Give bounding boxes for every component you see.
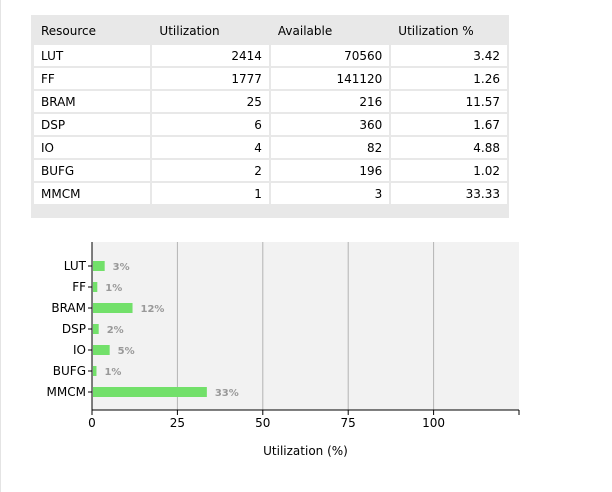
- category-label: DSP: [62, 322, 86, 336]
- column-header-available[interactable]: Available: [270, 18, 390, 43]
- x-tick-label: 25: [170, 416, 185, 430]
- cell-available: 216: [270, 91, 390, 112]
- cell-utilization: 2414: [152, 45, 269, 66]
- data-label: 3%: [113, 262, 130, 273]
- table-row[interactable]: BUFG 2 196 1.02: [34, 160, 507, 181]
- data-label: 33%: [215, 388, 239, 399]
- bar: [93, 324, 99, 334]
- table-row[interactable]: DSP 6 360 1.67: [34, 114, 507, 135]
- table-header-row: Resource Utilization Available Utilizati…: [34, 18, 507, 43]
- cell-available: 3: [270, 183, 390, 204]
- cell-resource: BUFG: [34, 160, 151, 181]
- category-label: IO: [73, 343, 86, 357]
- cell-available: 360: [270, 114, 390, 135]
- utilization-table-container: Resource Utilization Available Utilizati…: [31, 15, 509, 218]
- cell-resource: IO: [34, 137, 151, 158]
- cell-resource: FF: [34, 68, 151, 89]
- category-label: BRAM: [51, 301, 86, 315]
- cell-utilization-percent: 33.33: [391, 183, 507, 204]
- category-label: MMCM: [47, 385, 86, 399]
- data-label: 1%: [105, 283, 122, 294]
- table-row[interactable]: LUT 2414 70560 3.42: [34, 45, 507, 66]
- cell-utilization: 4: [152, 137, 269, 158]
- bar: [93, 345, 110, 355]
- plot-area: [92, 242, 519, 410]
- cell-available: 82: [270, 137, 390, 158]
- category-label: BUFG: [53, 364, 86, 378]
- data-label: 5%: [118, 346, 135, 357]
- cell-utilization-percent: 1.67: [391, 114, 507, 135]
- x-tick-label: 0: [88, 416, 96, 430]
- column-header-utilization[interactable]: Utilization: [152, 18, 269, 43]
- x-tick-label: 75: [341, 416, 356, 430]
- cell-utilization: 25: [152, 91, 269, 112]
- cell-utilization: 1777: [152, 68, 269, 89]
- cell-utilization-percent: 4.88: [391, 137, 507, 158]
- cell-available: 141120: [270, 68, 390, 89]
- table-row[interactable]: FF 1777 141120 1.26: [34, 68, 507, 89]
- cell-utilization-percent: 1.26: [391, 68, 507, 89]
- data-label: 12%: [141, 304, 165, 315]
- x-tick-label: 50: [255, 416, 270, 430]
- bar: [93, 303, 133, 313]
- x-tick-label: 100: [422, 416, 445, 430]
- bar: [93, 282, 98, 292]
- x-axis-label: Utilization (%): [263, 444, 348, 458]
- utilization-table: Resource Utilization Available Utilizati…: [32, 16, 509, 206]
- data-label: 1%: [104, 367, 121, 378]
- table-row[interactable]: IO 4 82 4.88: [34, 137, 507, 158]
- cell-utilization: 1: [152, 183, 269, 204]
- cell-utilization: 6: [152, 114, 269, 135]
- cell-available: 70560: [270, 45, 390, 66]
- category-label: LUT: [64, 259, 87, 273]
- cell-resource: BRAM: [34, 91, 151, 112]
- bar: [93, 387, 207, 397]
- data-label: 2%: [107, 325, 124, 336]
- cell-utilization-percent: 11.57: [391, 91, 507, 112]
- bar: [93, 366, 97, 376]
- table-row[interactable]: BRAM 25 216 11.57: [34, 91, 507, 112]
- utilization-bar-chart: LUT 3% FF 1% BRAM 12% DSP 2% IO 5% BUFG 1% MMCM 33% 0 2…: [47, 242, 520, 458]
- column-header-utilization-percent[interactable]: Utilization %: [391, 18, 507, 43]
- cell-utilization-percent: 1.02: [391, 160, 507, 181]
- cell-resource: MMCM: [34, 183, 151, 204]
- cell-utilization-percent: 3.42: [391, 45, 507, 66]
- column-header-resource[interactable]: Resource: [34, 18, 151, 43]
- table-row[interactable]: MMCM 1 3 33.33: [34, 183, 507, 204]
- bar: [93, 261, 105, 271]
- category-label: FF: [72, 280, 86, 294]
- cell-utilization: 2: [152, 160, 269, 181]
- cell-available: 196: [270, 160, 390, 181]
- cell-resource: LUT: [34, 45, 151, 66]
- cell-resource: DSP: [34, 114, 151, 135]
